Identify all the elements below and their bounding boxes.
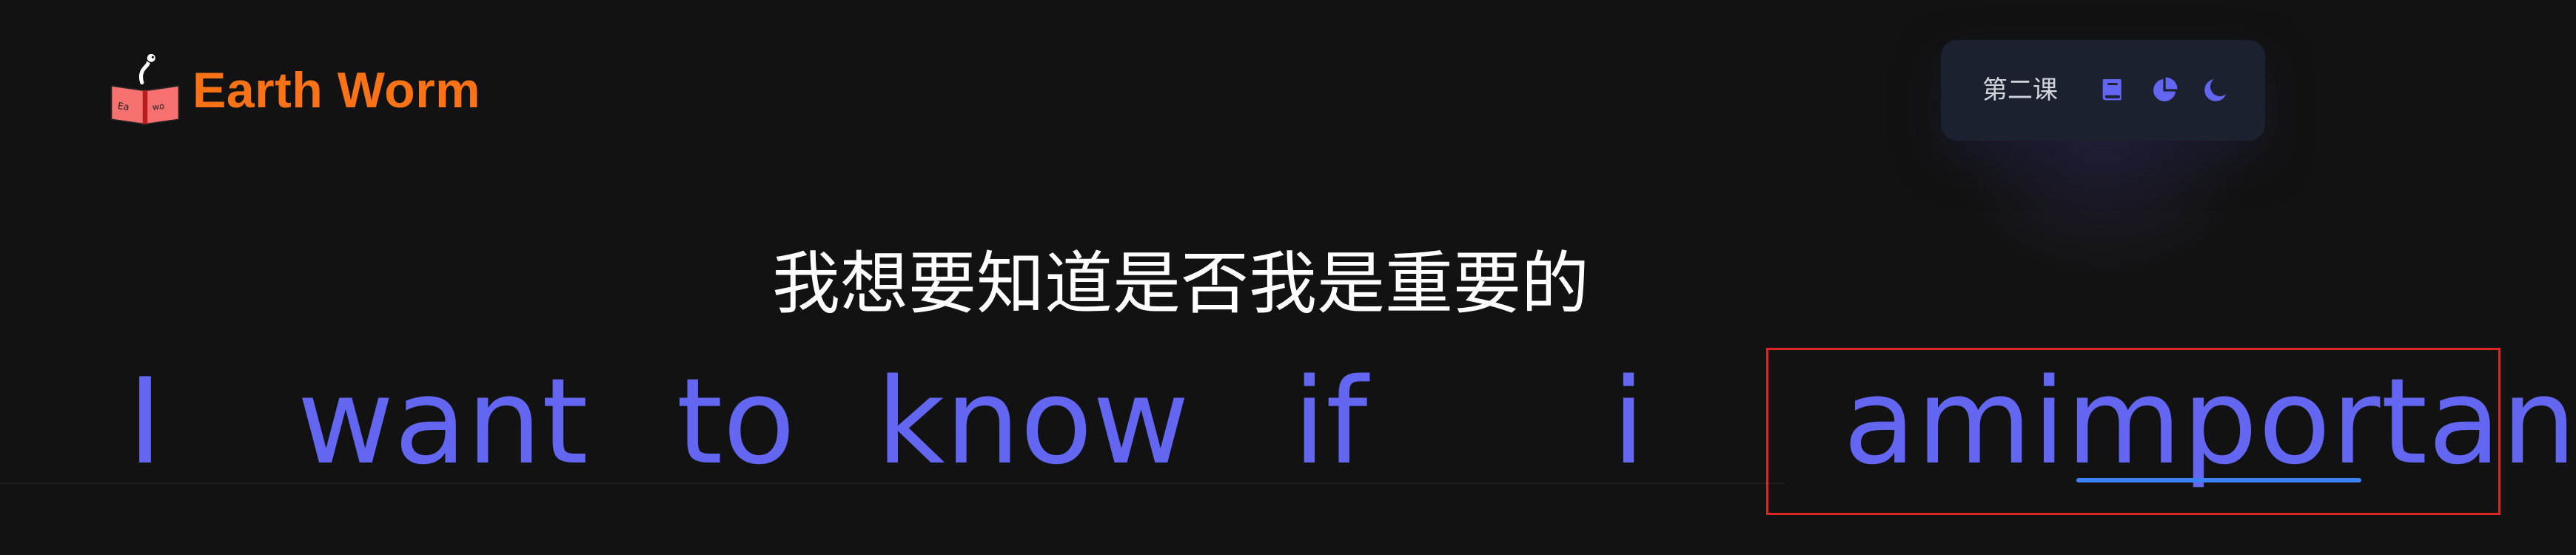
game-page: Ea wo Earth Worm 第二课 我想要知道是否我是重要的 I want… <box>0 0 2576 555</box>
app-logo[interactable]: Ea wo Earth Worm <box>107 52 480 129</box>
word-text: want <box>297 352 588 491</box>
logo-text: Earth Worm <box>192 62 481 118</box>
word-slot: know <box>876 352 1190 491</box>
word-underline <box>595 482 876 484</box>
word-slot: if <box>1187 355 1473 488</box>
svg-text:wo: wo <box>152 101 165 112</box>
word-text: i <box>1611 352 1646 491</box>
word-underline <box>876 482 1187 484</box>
word-slot: I <box>0 355 290 488</box>
word-text: I <box>127 352 163 491</box>
svg-text:Ea: Ea <box>117 100 130 112</box>
word-underline <box>0 482 290 484</box>
moon-icon[interactable] <box>2201 75 2231 105</box>
word-text: if <box>1292 352 1368 491</box>
book-icon[interactable] <box>2098 75 2127 105</box>
sentence-translation: 我想要知道是否我是重要的 <box>771 244 1589 323</box>
word-underline <box>1473 482 1784 484</box>
word-slot: to <box>595 355 876 488</box>
pie-chart-icon[interactable] <box>2150 75 2179 105</box>
earth-worm-book-logo-icon: Ea wo <box>110 53 180 125</box>
word-slot: want <box>290 355 595 488</box>
word-text: know <box>876 352 1190 491</box>
lesson-selector[interactable]: 第二课 <box>1982 78 2058 103</box>
active-word-focus-box <box>1766 348 2500 515</box>
word-slot: i <box>1473 355 1784 488</box>
word-underline <box>290 482 595 484</box>
word-text: to <box>676 352 796 491</box>
lesson-toolbar: 第二课 <box>1941 40 2265 141</box>
word-underline <box>1187 482 1473 484</box>
